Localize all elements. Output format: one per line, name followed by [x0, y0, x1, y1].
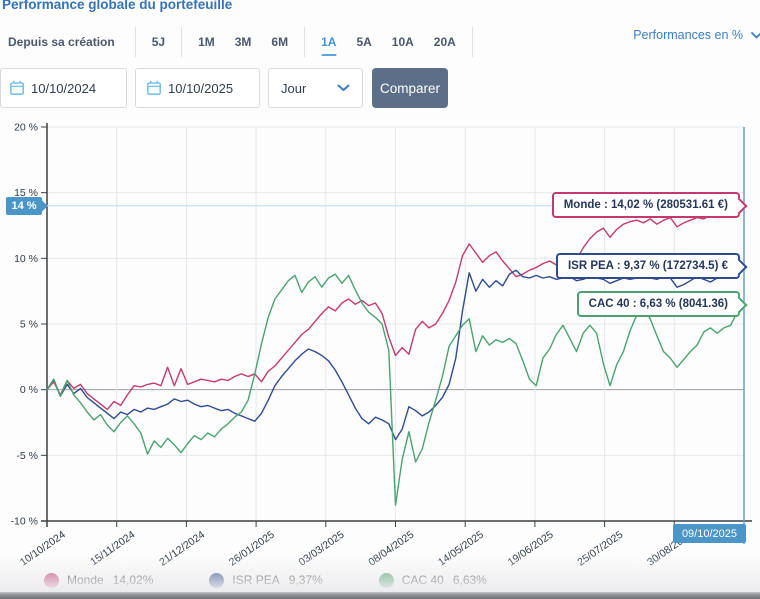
- compare-button[interactable]: Comparer: [372, 68, 448, 108]
- monde-tooltip-text: Monde : 14,02 % (280531.61 €): [564, 199, 728, 211]
- legend-value: 14,02%: [113, 573, 154, 587]
- start-date-value: 10/10/2024: [31, 81, 96, 96]
- legend-value: 9,37%: [289, 573, 323, 587]
- clipped-content-below: [0, 592, 760, 599]
- x-tick-label: 15/11/2024: [88, 529, 137, 569]
- tab-depuis-sa-création[interactable]: Depuis sa création: [8, 35, 129, 49]
- calendar-icon: [9, 80, 25, 96]
- x-tick-label: 03/03/2025: [297, 529, 347, 569]
- isr-pea-tooltip-text: ISR PEA : 9,37 % (172734.5) €: [568, 260, 728, 272]
- tab-6m[interactable]: 6M: [261, 35, 298, 49]
- end-date-value: 10/10/2025: [168, 81, 233, 96]
- legend-label: ISR PEA: [232, 573, 279, 587]
- x-tick-label: 10/10/2024: [18, 529, 68, 569]
- y-crosshair-badge: 14 %: [6, 197, 42, 215]
- tab-20a[interactable]: 20A: [424, 35, 466, 49]
- x-tick-label: 19/06/2025: [506, 529, 556, 569]
- performances-in-percent-link[interactable]: Performances en %: [633, 28, 760, 42]
- interval-select[interactable]: Jour: [268, 68, 363, 108]
- performances-link-label: Performances en %: [633, 28, 743, 42]
- interval-selected-value: Jour: [281, 81, 306, 96]
- y-tick-label: -5 %: [16, 450, 38, 462]
- tab-1m[interactable]: 1M: [188, 35, 225, 49]
- tab-separator: [472, 27, 473, 57]
- start-date-input[interactable]: 10/10/2024: [0, 68, 127, 108]
- x-tick-label: 25/07/2025: [575, 529, 625, 569]
- tab-3m[interactable]: 3M: [225, 35, 262, 49]
- y-tick-label: 10 %: [14, 253, 38, 265]
- tab-5j[interactable]: 5J: [142, 35, 175, 49]
- x-tick-label: 14/05/2025: [436, 529, 486, 569]
- page-title: Performance globale du portefeuille: [2, 0, 232, 12]
- chevron-down-icon: [337, 84, 350, 92]
- legend-item-isr-pea[interactable]: ISR PEA 9,37%: [209, 573, 322, 588]
- x-crosshair-badge: 09/10/2025: [673, 524, 746, 543]
- legend-label: Monde: [67, 573, 104, 587]
- y-tick-label: -10 %: [11, 516, 38, 528]
- y-tick-label: 5 %: [20, 319, 38, 331]
- period-tab-bar: Depuis sa création 5J 1M3M6M 1A5A10A20A: [8, 24, 479, 60]
- tab-1a[interactable]: 1A: [311, 35, 346, 49]
- y-tick-label: 0 %: [20, 384, 38, 396]
- isr-pea-value-tooltip: ISR PEA : 9,37 % (172734.5) €: [556, 253, 740, 279]
- legend-label: CAC 40: [402, 573, 444, 587]
- x-tick-label: 21/12/2024: [157, 529, 207, 569]
- legend-item-monde[interactable]: Monde 14,02%: [44, 573, 153, 588]
- tab-separator: [181, 27, 182, 57]
- legend-value: 6,63%: [453, 573, 487, 587]
- tab-separator: [135, 27, 136, 57]
- tab-5a[interactable]: 5A: [346, 35, 381, 49]
- isr-pea-legend-dot: [209, 573, 224, 588]
- portfolio-performance-panel: 20 %15 %10 %5 %0 %-5 %-10 %10/10/202415/…: [0, 0, 760, 599]
- chevron-down-icon: [751, 32, 760, 39]
- x-tick-label: 08/04/2025: [366, 529, 416, 569]
- y-tick-label: 20 %: [14, 122, 38, 134]
- legend-item-cac40[interactable]: CAC 40 6,63%: [379, 573, 487, 588]
- tab-separator: [304, 27, 305, 57]
- end-date-input[interactable]: 10/10/2025: [135, 68, 260, 108]
- calendar-icon: [146, 80, 162, 96]
- monde-value-tooltip: Monde : 14,02 % (280531.61 €): [552, 192, 740, 218]
- x-tick-label: 26/01/2025: [227, 529, 277, 569]
- cac40-legend-dot: [379, 573, 394, 588]
- cac40-value-tooltip: CAC 40 : 6,63 % (8041.36): [577, 291, 740, 317]
- chart-legend: Monde 14,02% ISR PEA 9,37% CAC 40 6,63%: [0, 566, 760, 594]
- monde-legend-dot: [44, 573, 59, 588]
- cac40-tooltip-text: CAC 40 : 6,63 % (8041.36): [589, 298, 728, 310]
- tab-10a[interactable]: 10A: [382, 35, 424, 49]
